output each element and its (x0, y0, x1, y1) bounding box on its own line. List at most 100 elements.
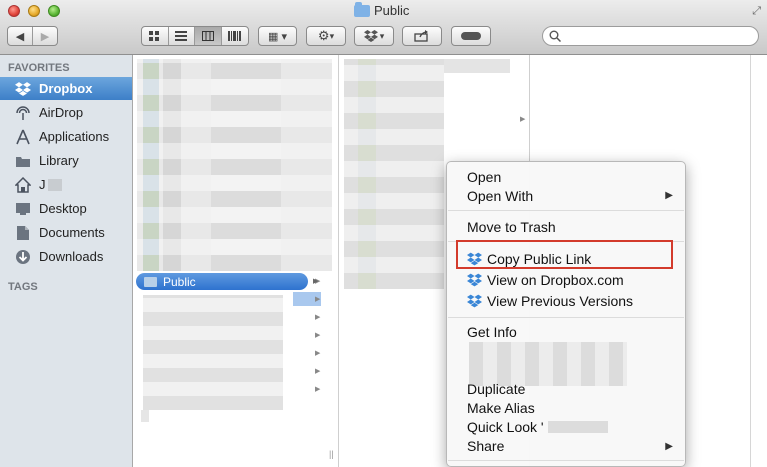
share-button[interactable] (402, 26, 442, 46)
menu-item-label: Quick Look ' (467, 418, 544, 435)
dropbox-icon (14, 81, 32, 97)
tags-heading: TAGS (8, 281, 38, 293)
tag-icon (452, 27, 490, 45)
list-view-icon (175, 31, 188, 41)
back-forward-control: ◀ ▶ (7, 26, 58, 46)
disclosure-arrow[interactable]: ▶ (315, 331, 320, 339)
sidebar-item-dropbox[interactable]: Dropbox (0, 77, 132, 100)
folder-row-label: Public (163, 274, 196, 289)
window-toolbar: Public ⤢ ◀ ▶ ▦ ▾ ⚙ ▾ ▾ (0, 0, 767, 55)
folder-icon (14, 153, 32, 169)
gear-icon: ⚙ ▾ (317, 28, 335, 43)
home-icon (14, 176, 32, 193)
applications-icon (14, 129, 32, 145)
redacted-block (444, 59, 510, 73)
sidebar-item-applications[interactable]: Applications (0, 125, 132, 148)
disclosure-arrow[interactable]: ▶ (315, 367, 320, 375)
minimize-window-button[interactable] (28, 5, 40, 17)
menu-item-make-alias[interactable]: Make Alias (467, 398, 535, 417)
action-button[interactable]: ⚙ ▾ (306, 26, 346, 46)
coverflow-view-button[interactable] (222, 27, 248, 45)
search-input[interactable] (542, 26, 759, 46)
column-view-icon (201, 31, 214, 41)
highlight-annotation-box (456, 240, 673, 269)
context-menu: Open Open With ▶ Move to Trash Copy Publ… (446, 161, 686, 467)
sidebar-item-documents[interactable]: Documents (0, 221, 132, 244)
menu-item-quick-look[interactable]: Quick Look ' (467, 417, 608, 436)
disclosure-arrow[interactable]: ▶ (313, 277, 318, 285)
window-title: Public (354, 1, 410, 18)
redacted-icons (358, 59, 376, 289)
browser-column-1[interactable]: ▶ ▶ ▶ ▶ ▶ ▶ ▶ || (133, 55, 339, 467)
disclosure-arrow[interactable]: ▶ (315, 295, 320, 303)
close-window-button[interactable] (8, 5, 20, 17)
column-view-button[interactable] (195, 27, 222, 45)
menu-separator (448, 460, 684, 461)
coverflow-view-icon (228, 31, 242, 41)
submenu-arrow-icon: ▶ (665, 190, 673, 201)
sidebar-item-airdrop[interactable]: AirDrop (0, 101, 132, 124)
menu-item-get-info[interactable]: Get Info (467, 322, 517, 341)
view-mode-control (141, 26, 249, 46)
edit-tags-button[interactable] (451, 26, 491, 46)
sidebar-item-desktop[interactable]: Desktop (0, 197, 132, 220)
airdrop-icon (14, 105, 32, 121)
menu-item-view-on-dropbox[interactable]: View on Dropbox.com (467, 270, 624, 289)
disclosure-arrow[interactable]: ▶ (315, 385, 320, 393)
list-view-button[interactable] (169, 27, 195, 45)
desktop-icon (14, 201, 32, 217)
column-resize-handle[interactable]: || (329, 449, 334, 459)
browser-column-4[interactable] (751, 55, 767, 467)
menu-item-label: Open With (467, 187, 534, 204)
sidebar-item-label: AirDrop (39, 105, 84, 120)
menu-item-view-previous-versions[interactable]: View Previous Versions (467, 291, 633, 310)
redacted-file-list (143, 295, 283, 410)
icon-view-button[interactable] (142, 27, 169, 45)
dropbox-icon (467, 273, 482, 286)
arrange-icon: ▦ ▾ (268, 30, 287, 43)
sidebar-item-label: Applications (39, 129, 110, 144)
menu-item-open-with[interactable]: Open With (467, 186, 677, 205)
sidebar: FAVORITES Dropbox AirDrop Applications L… (0, 55, 133, 467)
sidebar-item-home[interactable]: J (0, 173, 132, 196)
redacted-icons (143, 59, 159, 271)
redacted-block (163, 59, 181, 271)
sidebar-item-label: Documents (39, 225, 105, 240)
redacted-filename (547, 420, 608, 433)
icon-view-icon (149, 30, 160, 41)
arrange-button[interactable]: ▦ ▾ (258, 26, 297, 46)
menu-item-label: View Previous Versions (487, 292, 634, 309)
sidebar-item-label: Library (39, 153, 79, 168)
folder-icon (144, 276, 157, 287)
sidebar-item-label: Downloads (39, 249, 104, 264)
menu-separator (448, 210, 684, 211)
sidebar-item-library[interactable]: Library (0, 149, 132, 172)
zoom-window-button[interactable] (48, 5, 60, 17)
back-button[interactable]: ◀ (8, 27, 33, 45)
folder-icon (354, 1, 370, 17)
disclosure-arrow[interactable]: ▶ (315, 313, 320, 321)
dropbox-icon (467, 294, 482, 307)
window-title-text: Public (374, 3, 410, 18)
menu-item-open[interactable]: Open (467, 167, 501, 186)
sidebar-item-downloads[interactable]: Downloads (0, 245, 132, 268)
favorites-heading: FAVORITES (8, 62, 70, 74)
folder-row-public[interactable]: Public (136, 273, 308, 290)
dropbox-icon: ▾ (355, 27, 393, 45)
submenu-arrow-icon: ▶ (665, 441, 673, 452)
disclosure-arrow[interactable]: ▶ (520, 115, 525, 123)
share-icon (403, 27, 441, 45)
documents-icon (14, 225, 32, 241)
search-icon (549, 30, 561, 42)
menu-item-share[interactable]: Share (467, 436, 504, 455)
redacted-name (47, 178, 62, 191)
menu-item-move-to-trash[interactable]: Move to Trash (467, 217, 556, 236)
forward-button[interactable]: ▶ (33, 27, 57, 45)
redacted-block (141, 410, 149, 422)
menu-item-duplicate[interactable]: Duplicate (467, 379, 525, 398)
dropbox-toolbar-button[interactable]: ▾ (354, 26, 394, 46)
sidebar-item-label: Dropbox (39, 81, 93, 96)
fullscreen-icon[interactable]: ⤢ (752, 5, 761, 18)
menu-separator (448, 317, 684, 318)
disclosure-arrow[interactable]: ▶ (315, 349, 320, 357)
